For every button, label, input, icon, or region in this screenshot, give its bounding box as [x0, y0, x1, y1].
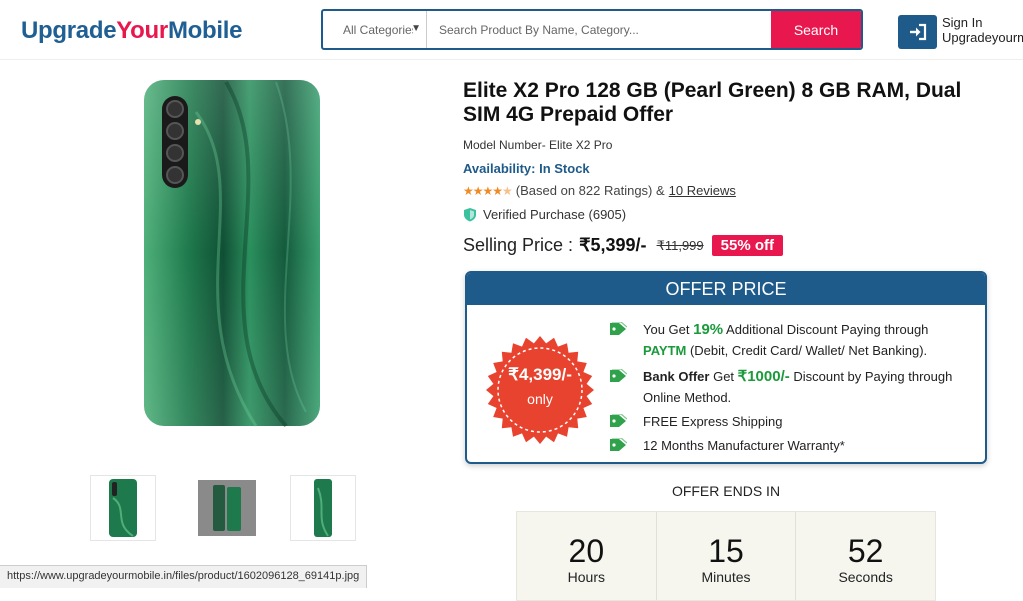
- offer-warranty-text: 12 Months Manufacturer Warranty*: [643, 438, 845, 453]
- selling-price: ₹5,399/-: [579, 235, 647, 255]
- site-header: UpgradeYourMobile All Categories ▼ Searc…: [0, 0, 1023, 60]
- offer-price-heading: OFFER PRICE: [467, 273, 985, 305]
- offer-ends-title: OFFER ENDS IN: [671, 483, 781, 499]
- verified-purchase: Verified Purchase (6905): [463, 207, 626, 222]
- offer-item: You Get 19% Additional Discount Paying t…: [609, 319, 973, 361]
- sign-in-link[interactable]: Sign In Upgradeyourmobile: [942, 15, 1023, 45]
- tag-icon: [609, 435, 643, 458]
- product-thumbnail[interactable]: [90, 475, 156, 541]
- category-select[interactable]: All Categories ▼: [323, 11, 427, 48]
- offer-paytm-text: You Get 19% Additional Discount Paying t…: [643, 321, 929, 358]
- star-rating-icon: ★★★★★: [463, 183, 513, 198]
- offer-bank-text: Bank Offer Get ₹1000/- Discount by Payin…: [643, 368, 953, 405]
- product-main-image[interactable]: [136, 72, 328, 436]
- account-name: Upgradeyourmobile: [942, 30, 1023, 45]
- search-button[interactable]: Search: [771, 11, 861, 48]
- site-logo[interactable]: UpgradeYourMobile: [21, 17, 242, 45]
- selling-price-label: Selling Price :: [463, 235, 574, 255]
- phone-thumbnail-image: [213, 485, 241, 531]
- verified-purchase-text: Verified Purchase (6905): [483, 207, 627, 222]
- countdown-value: 52: [847, 533, 884, 569]
- offer-price-box: OFFER PRICE ₹4,399/- only You Get 19% Ad…: [465, 271, 987, 464]
- tag-icon: [609, 411, 643, 434]
- model-number: Model Number- Elite X2 Pro: [463, 138, 613, 152]
- availability-status: Availability: In Stock: [463, 161, 590, 176]
- countdown-unit: Seconds: [838, 569, 893, 585]
- product-thumbnail[interactable]: [194, 475, 260, 541]
- reviews-link[interactable]: 10 Reviews: [669, 183, 736, 198]
- tag-icon: [609, 366, 643, 408]
- logo-part-mobile: Mobile: [167, 17, 243, 44]
- countdown-unit: Minutes: [701, 569, 751, 585]
- countdown-hours: 20 Hours: [517, 512, 657, 600]
- thumbnail-image: [198, 480, 256, 536]
- countdown-unit: Hours: [567, 569, 606, 585]
- search-bar: All Categories ▼ Search: [321, 9, 863, 50]
- browser-status-bar: https://www.upgradeyourmobile.in/files/p…: [0, 565, 368, 588]
- phone-back-image: [144, 80, 320, 428]
- category-select-value: All Categories: [343, 22, 413, 37]
- countdown-minutes: 15 Minutes: [657, 512, 797, 600]
- offer-price-only: only: [527, 391, 553, 407]
- countdown-value: 20: [568, 533, 605, 569]
- logo-part-upgrade: Upgrade: [21, 17, 117, 44]
- offer-item: Bank Offer Get ₹1000/- Discount by Payin…: [609, 366, 973, 408]
- phone-thumbnail-image: [314, 479, 332, 537]
- shield-icon: [464, 208, 476, 222]
- offer-price: ₹4,399/-: [508, 365, 572, 384]
- sign-in-icon: [909, 23, 926, 41]
- countdown-value: 15: [708, 533, 744, 569]
- search-input[interactable]: [427, 11, 771, 48]
- badge-content: ₹4,399/- only: [485, 365, 595, 407]
- sign-in-button[interactable]: [898, 15, 937, 49]
- discount-badge: 55% off: [711, 235, 783, 256]
- countdown-seconds: 52 Seconds: [796, 512, 935, 600]
- chevron-down-icon: ▼: [411, 23, 421, 34]
- product-thumbnail[interactable]: [290, 475, 356, 541]
- logo-part-your: Your: [116, 17, 168, 44]
- rating-summary: (Based on 822 Ratings) &: [515, 183, 665, 198]
- offer-price-badge: ₹4,399/- only: [485, 335, 595, 445]
- offer-shipping-text: FREE Express Shipping: [643, 414, 783, 429]
- offer-item: FREE Express Shipping: [609, 411, 973, 434]
- original-price: ₹11,999: [656, 237, 704, 253]
- rating-row: ★★★★★ (Based on 822 Ratings) & 10 Review…: [463, 183, 736, 198]
- phone-thumbnail-image: [109, 479, 137, 537]
- sign-in-label: Sign In: [942, 15, 983, 30]
- tag-icon: [609, 319, 643, 361]
- product-title: Elite X2 Pro 128 GB (Pearl Green) 8 GB R…: [463, 79, 962, 126]
- offer-item: 12 Months Manufacturer Warranty*: [609, 435, 973, 458]
- price-row: Selling Price : ₹5,399/- ₹11,999 55% off: [463, 235, 783, 256]
